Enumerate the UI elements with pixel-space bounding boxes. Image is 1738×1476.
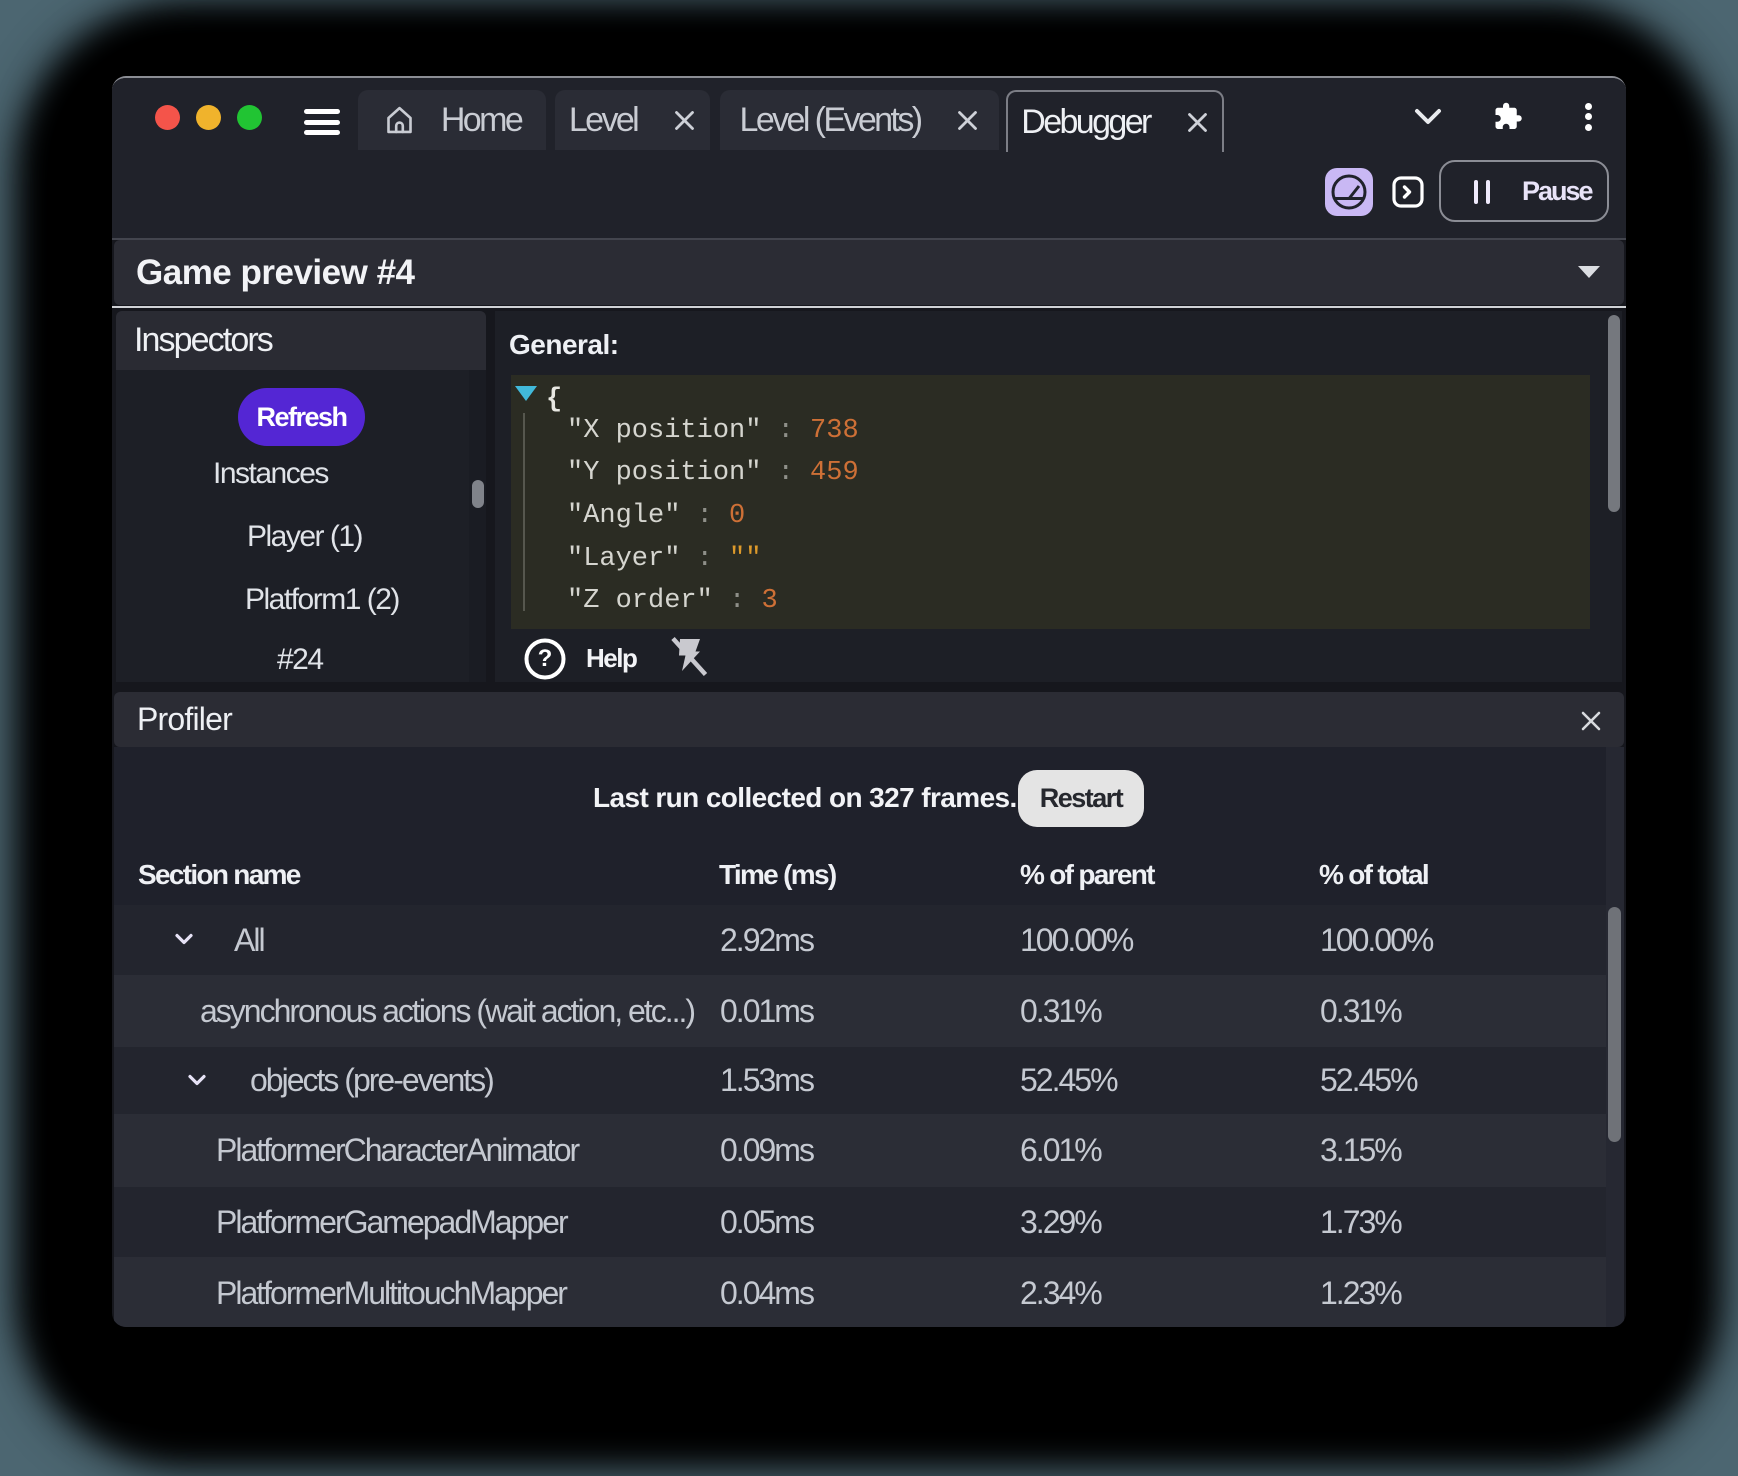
svg-text:?: ? xyxy=(538,645,553,672)
